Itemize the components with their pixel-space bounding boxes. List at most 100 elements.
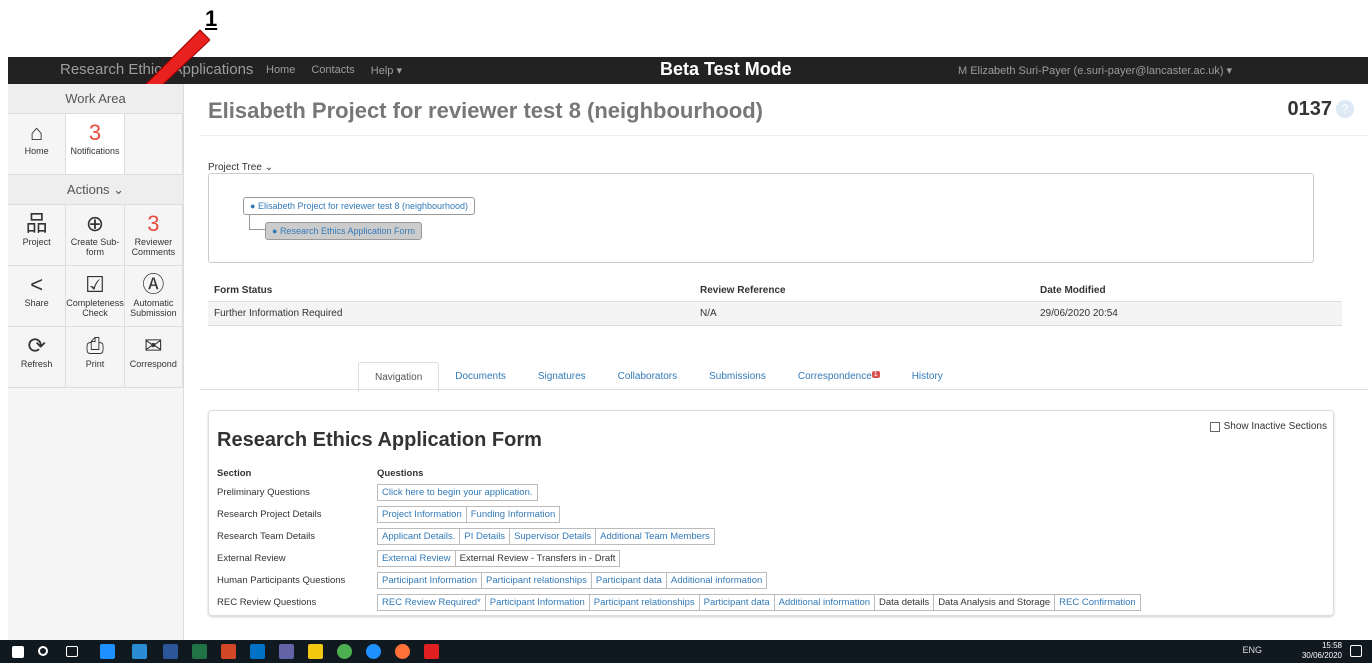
excel-icon[interactable] bbox=[192, 644, 207, 659]
notifications-button[interactable]: 3 Notifications bbox=[66, 114, 125, 174]
refresh-icon: ⟳ bbox=[27, 333, 46, 358]
checkbox-icon: ☑ bbox=[85, 272, 105, 297]
app-icon[interactable] bbox=[132, 644, 147, 659]
tree-node-child[interactable]: ● Research Ethics Application Form bbox=[265, 222, 422, 240]
question-link[interactable]: PI Details bbox=[459, 527, 511, 545]
question-link[interactable]: Participant Information bbox=[484, 593, 590, 611]
question-link: Data Analysis and Storage bbox=[933, 593, 1056, 611]
question-link[interactable]: Participant Information bbox=[377, 571, 483, 589]
show-inactive-toggle[interactable]: Show Inactive Sections bbox=[1209, 421, 1327, 432]
question-link[interactable]: Funding Information bbox=[465, 505, 561, 523]
edge-icon[interactable] bbox=[100, 644, 115, 659]
question-link[interactable]: Click here to begin your application. bbox=[377, 483, 538, 501]
notifications-count: 3 bbox=[88, 120, 102, 145]
home-icon: ⌂ bbox=[30, 120, 44, 145]
print-button[interactable]: ⎙ Print bbox=[66, 327, 125, 387]
question-link[interactable]: External Review bbox=[377, 549, 456, 567]
acrobat-icon[interactable] bbox=[424, 644, 439, 659]
section-row: Human Participants Questions Participant … bbox=[217, 569, 1140, 591]
form-title: Research Ethics Application Form bbox=[217, 429, 542, 451]
actions-header[interactable]: Actions ⌄ bbox=[8, 175, 183, 205]
review-ref-header: Review Reference bbox=[700, 285, 786, 296]
powerpoint-icon[interactable] bbox=[221, 644, 236, 659]
question-links: Click here to begin your application. bbox=[377, 483, 538, 501]
help-icon[interactable]: ? bbox=[1336, 100, 1354, 118]
letter-a-icon: Ⓐ bbox=[142, 272, 165, 297]
work-area-header: Work Area bbox=[8, 84, 183, 114]
nav-contacts[interactable]: Contacts bbox=[311, 64, 354, 77]
main-content: Elisabeth Project for reviewer test 8 (n… bbox=[184, 84, 1368, 640]
section-row: Research Team Details Applicant Details. P… bbox=[217, 525, 1140, 547]
section-row: External Review External Review External R… bbox=[217, 547, 1140, 569]
question-links: Participant Information Participant relat… bbox=[377, 571, 768, 589]
nav-home[interactable]: Home bbox=[266, 64, 295, 77]
question-link[interactable]: Participant relationships bbox=[481, 571, 592, 589]
share-button[interactable]: < Share bbox=[8, 266, 67, 326]
question-link[interactable]: Additional Team Members bbox=[595, 527, 715, 545]
question-link[interactable]: Additional information bbox=[665, 571, 768, 589]
envelope-icon: ✉ bbox=[144, 333, 163, 358]
file-explorer-icon[interactable] bbox=[308, 644, 323, 659]
correspond-button[interactable]: ✉ Correspond bbox=[125, 327, 183, 387]
printer-icon: ⎙ bbox=[86, 333, 104, 358]
search-icon[interactable] bbox=[38, 646, 48, 656]
chrome-icon[interactable] bbox=[337, 644, 352, 659]
section-name: REC Review Questions bbox=[217, 596, 317, 608]
tree-node-root[interactable]: ● Elisabeth Project for reviewer test 8 … bbox=[243, 197, 476, 215]
section-row: Preliminary Questions Click here to begin… bbox=[217, 481, 1140, 503]
date-modified-header: Date Modified bbox=[1040, 285, 1106, 296]
question-link[interactable]: Participant relationships bbox=[588, 593, 700, 611]
question-link[interactable]: REC Review Required* bbox=[377, 593, 486, 611]
internet-explorer-icon[interactable] bbox=[366, 644, 381, 659]
questions-column-header: Questions bbox=[377, 467, 424, 479]
sections-table: Section Questions Preliminary Questions C… bbox=[217, 465, 1141, 613]
automatic-submission-button[interactable]: Ⓐ Automatic Submission bbox=[125, 266, 183, 326]
completeness-check-button[interactable]: ☑ Completeness Check bbox=[66, 266, 125, 326]
question-link: External Review - Transfers in - Draft bbox=[454, 549, 621, 567]
section-name: Human Participants Questions bbox=[217, 574, 346, 586]
teams-icon[interactable] bbox=[279, 644, 294, 659]
nav-help[interactable]: Help ▾ bbox=[371, 64, 402, 77]
form-navigation-panel: Research Ethics Application Form Show In… bbox=[208, 410, 1334, 616]
project-button[interactable]: 品 Project bbox=[8, 205, 67, 265]
tab-divider bbox=[200, 389, 1368, 390]
tree-connector bbox=[249, 214, 265, 230]
section-name: Preliminary Questions bbox=[217, 486, 310, 498]
empty-cell bbox=[125, 114, 183, 174]
user-menu[interactable]: M Elizabeth Suri-Payer (e.suri-payer@lan… bbox=[958, 64, 1232, 77]
firefox-icon[interactable] bbox=[395, 644, 410, 659]
question-link[interactable]: Participant data bbox=[590, 571, 667, 589]
status-header: Form Status bbox=[214, 285, 273, 296]
outlook-icon[interactable] bbox=[250, 644, 265, 659]
project-tree-toggle[interactable]: Project Tree ⌄ bbox=[208, 162, 273, 173]
top-navbar: Research Ethics Applications Home Contac… bbox=[8, 57, 1368, 84]
checkbox[interactable] bbox=[1209, 421, 1220, 432]
question-link[interactable]: Additional information bbox=[773, 593, 876, 611]
windows-start-icon[interactable] bbox=[12, 646, 24, 658]
clock[interactable]: 15:58 30/06/2020 bbox=[1302, 641, 1342, 661]
refresh-button[interactable]: ⟳ Refresh bbox=[8, 327, 67, 387]
windows-taskbar: ENG 15:58 30/06/2020 bbox=[0, 640, 1372, 663]
question-link[interactable]: Project Information bbox=[377, 505, 467, 523]
notifications-center-icon[interactable] bbox=[1350, 645, 1362, 657]
reviewer-comments-button[interactable]: 3 Reviewer Comments bbox=[125, 205, 183, 265]
task-view-icon[interactable] bbox=[66, 646, 78, 657]
question-links: Applicant Details. PI Details Supervisor D… bbox=[377, 527, 715, 545]
create-subform-button[interactable]: ⊕ Create Sub-form bbox=[66, 205, 125, 265]
form-status-table: Form Status Review Reference Date Modifi… bbox=[208, 280, 1342, 326]
question-link[interactable]: Participant data bbox=[698, 593, 775, 611]
question-link[interactable]: REC Confirmation bbox=[1054, 593, 1141, 611]
project-number: 0137 bbox=[1287, 98, 1333, 120]
question-link[interactable]: Supervisor Details bbox=[509, 527, 597, 545]
question-link[interactable]: Applicant Details. bbox=[377, 527, 461, 545]
system-tray-lang[interactable]: ENG bbox=[1242, 645, 1262, 655]
section-row: REC Review Questions REC Review Required*… bbox=[217, 591, 1141, 613]
section-column-header: Section bbox=[217, 467, 252, 479]
sitemap-icon: 品 bbox=[25, 211, 48, 236]
word-icon[interactable] bbox=[163, 644, 178, 659]
home-button[interactable]: ⌂ Home bbox=[8, 114, 67, 174]
date-modified-value: 29/06/2020 20:54 bbox=[1040, 308, 1118, 319]
section-row: Research Project Details Project Informat… bbox=[217, 503, 1140, 525]
question-links: REC Review Required* Participant Informat… bbox=[377, 593, 1141, 611]
sidebar: Work Area ⌂ Home 3 Notifications Actions ⌄… bbox=[8, 84, 184, 640]
